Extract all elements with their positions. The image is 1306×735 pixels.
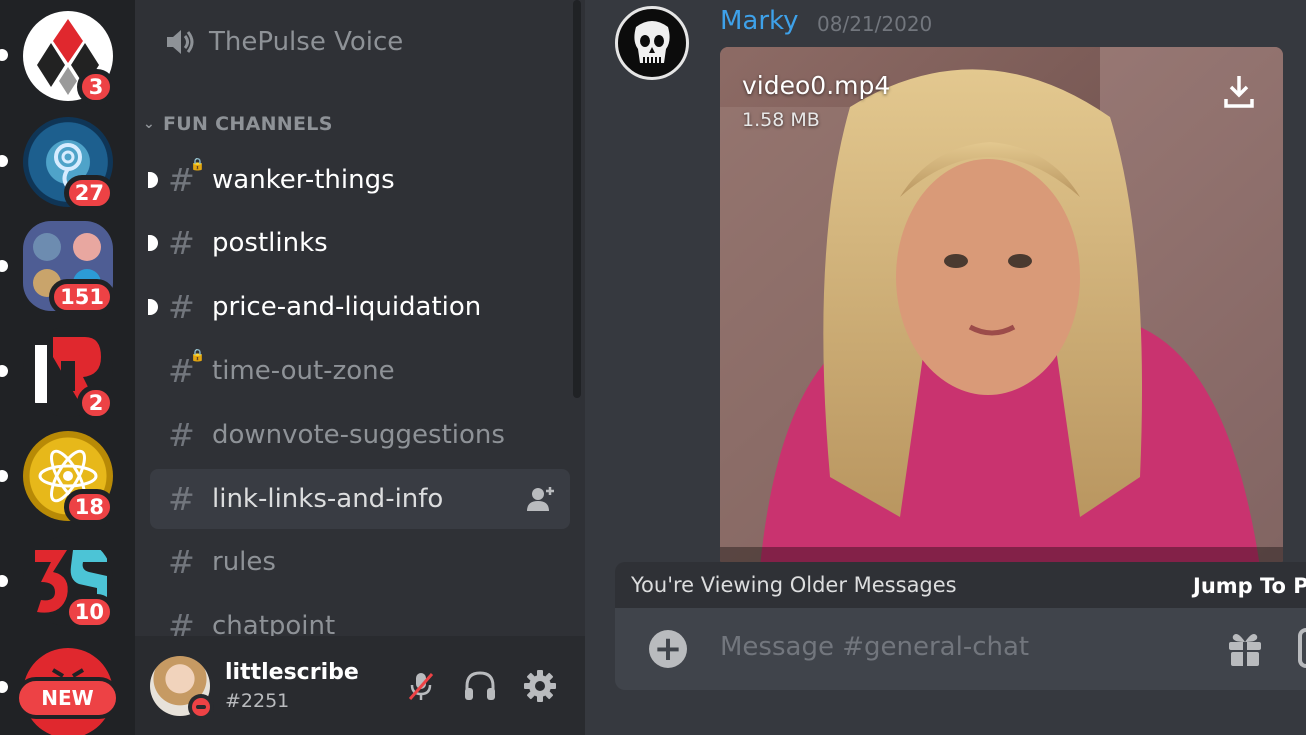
hashtag-icon: # [168, 416, 195, 454]
channel-postlinks[interactable]: # postlinks [148, 213, 570, 273]
server-icon-atom[interactable]: 18 [23, 431, 115, 525]
channel-label: downvote-suggestions [212, 420, 505, 450]
unread-pill [0, 49, 8, 61]
gift-icon[interactable] [1225, 628, 1265, 668]
mention-badge: 151 [49, 279, 115, 315]
channel-label: link-links-and-info [212, 484, 444, 514]
skull-avatar-icon [634, 21, 670, 63]
sidebar-scrollbar[interactable] [573, 0, 581, 398]
message-author[interactable]: Marky [720, 6, 799, 36]
add-attachment-button[interactable]: + [649, 630, 687, 668]
download-icon[interactable] [1223, 73, 1255, 109]
server-icon-blue-circle[interactable]: 27 [23, 117, 115, 211]
server-icon-3s[interactable]: 10 [23, 536, 115, 630]
channel-wanker-things[interactable]: # 🔒 wanker-things [148, 150, 570, 210]
channel-label: postlinks [212, 228, 328, 258]
channel-label: wanker-things [212, 165, 395, 195]
unread-pill [0, 575, 8, 587]
channel-link-links-and-info[interactable]: # link-links-and-info [150, 469, 570, 529]
chat-area: Marky 08/21/2020 video0.mp4 1.58 MB You'… [585, 0, 1306, 735]
message-composer: + Message #general-chat [615, 608, 1306, 690]
older-messages-text: You're Viewing Older Messages [631, 573, 957, 597]
plus-icon: + [653, 629, 683, 669]
unread-indicator [148, 172, 158, 188]
deafen-button[interactable] [460, 666, 500, 706]
channel-label: rules [212, 547, 276, 577]
channel-price-and-liquidation[interactable]: # price-and-liquidation [148, 277, 570, 337]
username[interactable]: littlescribe [225, 660, 359, 685]
user-settings-button[interactable] [520, 666, 560, 706]
channel-sidebar: ThePulse Voice ⌄ FUN CHANNELS # 🔒 wanker-… [135, 0, 585, 735]
mention-badge: 18 [63, 489, 115, 525]
unread-pill [0, 681, 8, 693]
message-timestamp: 08/21/2020 [817, 12, 933, 36]
chevron-down-icon: ⌄ [143, 116, 156, 132]
server-rail: 3 27 151 2 18 10 NEW [0, 0, 135, 735]
attachment-filename: video0.mp4 [742, 71, 891, 100]
microphone-muted-icon [408, 673, 434, 700]
hashtag-icon: # [168, 543, 195, 581]
mention-badge: 10 [63, 594, 115, 630]
hashtag-icon: # [168, 224, 195, 262]
server-folder[interactable]: 151 [23, 221, 115, 315]
mute-button[interactable] [401, 666, 441, 706]
channel-label: price-and-liquidation [212, 292, 482, 322]
add-member-icon[interactable] [526, 485, 556, 513]
mention-badge: 3 [77, 69, 115, 105]
unread-pill [0, 260, 8, 272]
user-tag: #2251 [225, 690, 290, 712]
hashtag-icon: # [168, 480, 195, 518]
user-panel: littlescribe #2251 [135, 636, 585, 735]
voice-channel-label: ThePulse Voice [209, 27, 404, 57]
unread-pill [0, 155, 8, 167]
voice-channel[interactable]: ThePulse Voice [165, 20, 403, 64]
channel-time-out-zone[interactable]: # 🔒 time-out-zone [150, 341, 570, 401]
video-attachment[interactable]: video0.mp4 1.58 MB [720, 47, 1283, 567]
unread-indicator [148, 299, 158, 315]
server-icon-porn[interactable]: 2 [23, 327, 115, 421]
mention-badge: 27 [63, 175, 115, 211]
headphones-icon [465, 671, 495, 700]
server-icon-peak[interactable]: 3 [23, 11, 115, 105]
category-header[interactable]: ⌄ FUN CHANNELS [143, 113, 333, 135]
unread-pill [0, 470, 8, 482]
category-label: FUN CHANNELS [163, 113, 333, 135]
channel-label: time-out-zone [212, 356, 395, 386]
unread-indicator [148, 235, 158, 251]
hashtag-lock-icon: # 🔒 [168, 348, 205, 390]
speaker-icon [167, 30, 194, 54]
channel-rules[interactable]: # rules [150, 532, 570, 592]
gif-button-partial[interactable] [1298, 628, 1306, 668]
hashtag-icon: # [168, 288, 195, 326]
hashtag-lock-icon: # 🔒 [168, 157, 205, 199]
attachment-size: 1.58 MB [742, 109, 820, 131]
unread-pill [0, 365, 8, 377]
gear-icon [524, 670, 556, 702]
message-input[interactable]: Message #general-chat [720, 632, 1029, 662]
mention-badge: 2 [77, 385, 115, 421]
dnd-status-icon [188, 694, 214, 720]
new-server-badge: NEW [15, 677, 120, 719]
author-avatar[interactable] [615, 6, 689, 80]
channel-downvote-suggestions[interactable]: # downvote-suggestions [150, 405, 570, 465]
jump-to-present-button[interactable]: Jump To P [1193, 574, 1306, 598]
